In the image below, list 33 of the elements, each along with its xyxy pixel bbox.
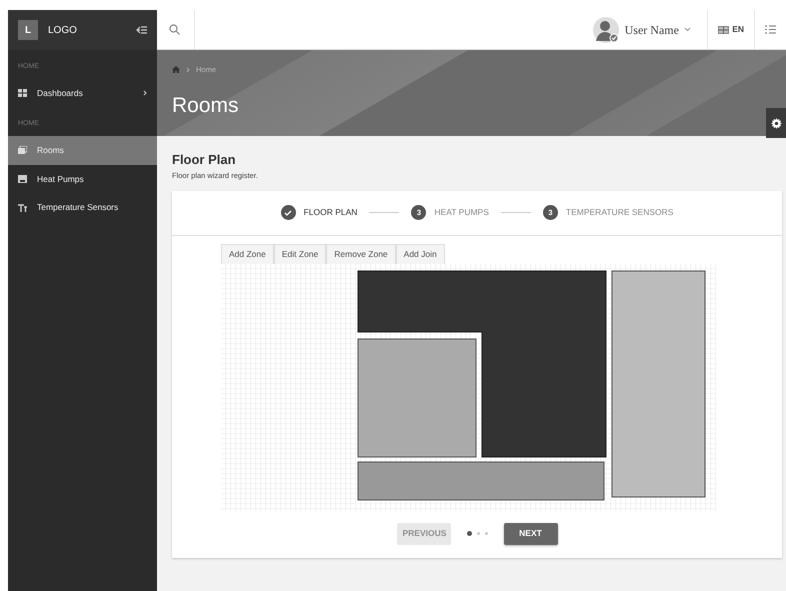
logo-text: LOGO	[48, 24, 78, 38]
page-title: Rooms	[172, 93, 240, 120]
page-dot[interactable]	[476, 532, 480, 536]
home-icon[interactable]	[172, 66, 180, 74]
settings-icon[interactable]	[770, 118, 782, 128]
sidebar-item[interactable]: Rooms	[8, 136, 157, 164]
settings-button[interactable]	[766, 108, 786, 138]
list-icon[interactable]	[765, 25, 776, 34]
step-label[interactable]: FLOOR PLAN	[304, 206, 358, 220]
page-dot[interactable]	[484, 532, 488, 536]
step-label[interactable]: HEAT PUMPS	[434, 206, 489, 220]
logo-mark: L	[18, 20, 38, 40]
step-label[interactable]: TEMPERATURE SENSORS	[566, 206, 674, 220]
flag-icon[interactable]	[718, 26, 730, 34]
toolbar-button[interactable]: Add Join	[396, 244, 445, 264]
chevron-down-icon[interactable]	[684, 27, 692, 32]
user-name[interactable]: User Name	[624, 20, 679, 38]
sidebar-item[interactable]: Temperature Sensors	[8, 193, 157, 222]
sidebar-item[interactable]: Dashboards	[8, 78, 157, 108]
toolbar-button[interactable]: Edit Zone	[274, 244, 326, 264]
toolbar-button[interactable]: Remove Zone	[326, 244, 396, 264]
chevron-right-icon	[186, 66, 190, 73]
avatar-icon[interactable]	[593, 16, 620, 42]
sidebar-item[interactable]: Heat Pumps	[8, 164, 157, 194]
section-title: Floor Plan	[172, 151, 237, 169]
grid-icon	[18, 88, 27, 97]
toolbar-button[interactable]: Add Zone	[221, 244, 274, 264]
page-dot[interactable]	[466, 531, 472, 536]
check-icon	[280, 205, 296, 220]
collapse-icon[interactable]	[136, 26, 147, 34]
language-label[interactable]: EN	[732, 23, 744, 36]
search-icon[interactable]	[169, 24, 180, 35]
next-button[interactable]: NEXT	[504, 522, 558, 545]
